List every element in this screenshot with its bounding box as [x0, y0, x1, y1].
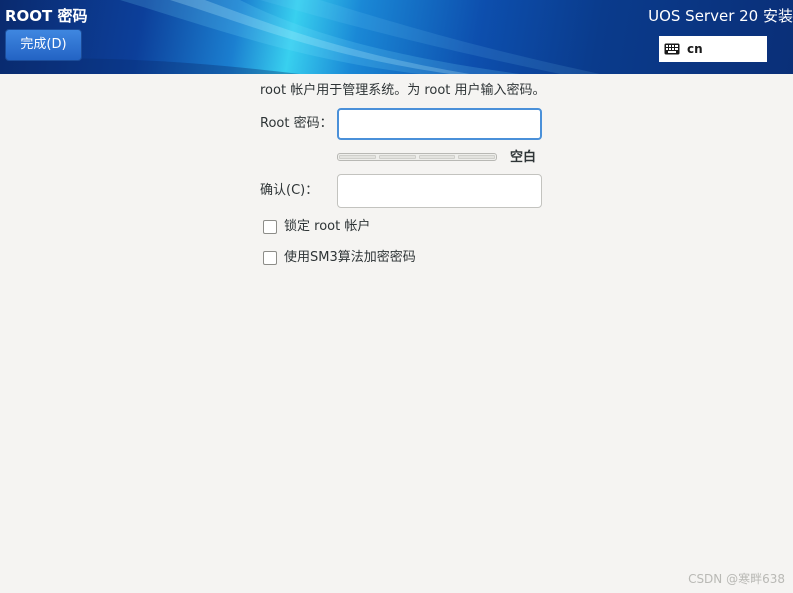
keyboard-icon [664, 43, 680, 55]
sm3-encryption-option[interactable]: 使用SM3算法加密密码 [263, 249, 416, 267]
root-account-description: root 帐户用于管理系统。为 root 用户输入密码。 [260, 83, 546, 98]
screen-title: ROOT 密码 [5, 7, 88, 25]
confirm-password-label: 确认(C)： [260, 183, 319, 198]
strength-segment [458, 155, 495, 159]
sm3-encryption-label: 使用SM3算法加密密码 [284, 250, 416, 265]
done-button[interactable]: 完成(D) [5, 29, 82, 61]
lock-root-account-label: 锁定 root 帐户 [284, 219, 371, 234]
product-title: UOS Server 20 安装 [648, 7, 793, 25]
strength-segment [418, 155, 456, 159]
password-strength-bar [337, 153, 497, 161]
lock-root-account-option[interactable]: 锁定 root 帐户 [263, 218, 370, 236]
root-password-label: Root 密码： [260, 116, 333, 131]
lock-root-account-checkbox[interactable] [263, 220, 277, 234]
keyboard-layout-code: cn [687, 42, 703, 56]
sm3-encryption-checkbox[interactable] [263, 251, 277, 265]
confirm-password-input[interactable] [337, 174, 542, 208]
root-password-screen: ROOT 密码 完成(D) UOS Server 20 安装 cn root 帐… [0, 0, 793, 593]
keyboard-layout-indicator[interactable]: cn [659, 36, 767, 62]
watermark: CSDN @寒畔638 [688, 572, 785, 586]
header-banner: ROOT 密码 完成(D) UOS Server 20 安装 cn [0, 0, 793, 74]
root-password-input[interactable] [337, 108, 542, 140]
strength-segment [378, 155, 416, 159]
password-strength-text: 空白 [510, 150, 537, 165]
strength-segment [339, 155, 376, 159]
